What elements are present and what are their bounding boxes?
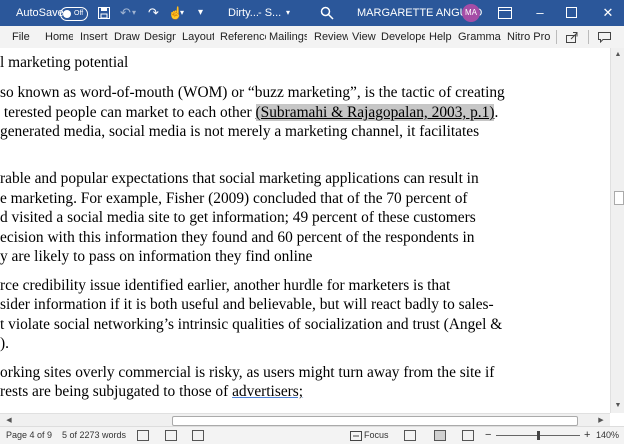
tab-grammarly[interactable]: Grammarly — [458, 26, 501, 48]
doc-line: orking sites overly commercial is risky,… — [0, 364, 495, 381]
doc-line: ecision with this information they found… — [0, 229, 475, 246]
toggle-knob — [63, 10, 71, 18]
comments-icon[interactable] — [598, 32, 611, 43]
doc-line: d visited a social media site to get inf… — [0, 209, 476, 226]
doc-line-text: terested people can market to each other — [0, 104, 256, 121]
page-count[interactable]: Page 4 of 9 — [6, 427, 52, 444]
title-bar: AutoSave Off ↶ ▾ ↷ ☝ ▾ ▾ Dirty... - S...… — [0, 0, 624, 26]
doc-line: y are likely to pass on information they… — [0, 248, 313, 265]
zoom-in-button[interactable]: + — [584, 427, 590, 444]
status-bar: Page 4 of 9 5 of 2273 words Focus − + 14… — [0, 426, 624, 444]
zoom-level[interactable]: 140% — [596, 427, 619, 444]
doc-line: rce credibility issue identified earlier… — [0, 277, 451, 294]
focus-icon — [350, 431, 362, 441]
doc-line: e marketing. For example, Fisher (2009) … — [0, 190, 468, 207]
grammar-flagged-word[interactable]: advertisers; — [232, 383, 303, 400]
redo-icon[interactable]: ↷ — [148, 0, 159, 26]
tab-view[interactable]: View — [352, 26, 376, 48]
tab-layout[interactable]: Layout — [182, 26, 214, 48]
autosave-toggle[interactable]: Off — [60, 7, 88, 21]
tab-home[interactable]: Home — [45, 26, 73, 48]
autosave-label: AutoSave — [16, 7, 64, 19]
doc-line: l marketing potential — [0, 54, 129, 71]
document-page[interactable]: l marketing potential so known as word-o… — [0, 48, 610, 413]
undo-icon[interactable]: ↶ — [120, 0, 131, 26]
vertical-scrollbar[interactable]: ▲ ▼ — [610, 48, 624, 413]
zoom-slider-thumb[interactable] — [537, 431, 540, 440]
share-icon[interactable] — [566, 31, 578, 43]
autosave-state: Off — [74, 10, 84, 17]
accessibility-icon[interactable] — [192, 430, 204, 441]
doc-line: rests are being subjugated to those of a… — [0, 382, 303, 402]
zoom-slider[interactable] — [496, 431, 580, 440]
scroll-up-icon[interactable]: ▲ — [611, 49, 624, 61]
tab-nitro-pro[interactable]: Nitro Pro — [507, 26, 551, 48]
search-icon[interactable] — [320, 6, 334, 20]
customize-qat-icon[interactable]: ▾ — [198, 0, 203, 26]
vertical-scroll-thumb[interactable] — [614, 191, 624, 205]
doc-line: so known as word-of-mouth (WOM) or “buzz… — [0, 84, 505, 101]
focus-mode-label[interactable]: Focus — [364, 427, 389, 444]
undo-dropdown-icon[interactable]: ▾ — [132, 0, 136, 26]
proofing-icon[interactable] — [137, 430, 149, 441]
citation-highlight[interactable]: (Subramahi & Rajagopalan, 2003, p.1) — [255, 104, 495, 121]
document-status: - S... — [258, 7, 282, 19]
minimize-icon[interactable]: – — [526, 0, 554, 26]
ribbon-divider — [588, 30, 589, 44]
read-mode-icon[interactable] — [404, 430, 416, 441]
doc-line: ). — [0, 335, 9, 352]
tab-references[interactable]: Reference — [220, 26, 266, 48]
tab-review[interactable]: Review — [314, 26, 348, 48]
doc-line: terested people can market to each other… — [0, 103, 498, 123]
tab-file[interactable]: File — [12, 26, 36, 48]
macro-recording-icon[interactable] — [165, 430, 177, 441]
doc-line: rable and popular expectations that soci… — [0, 170, 479, 187]
close-icon[interactable]: ✕ — [594, 0, 622, 26]
word-count[interactable]: 5 of 2273 words — [62, 427, 126, 444]
ribbon-tabs: File Home Insert Draw Design Layout Refe… — [0, 26, 624, 49]
doc-line: generated media, social media is not mer… — [0, 123, 480, 140]
save-icon[interactable] — [98, 7, 110, 19]
web-layout-icon[interactable] — [462, 430, 474, 441]
print-layout-icon[interactable] — [434, 430, 446, 441]
maximize-icon[interactable] — [566, 7, 577, 18]
tab-help[interactable]: Help — [429, 26, 453, 48]
touch-dropdown-icon[interactable]: ▾ — [180, 0, 184, 26]
tab-design[interactable]: Design — [144, 26, 176, 48]
doc-line-text: rests are being subjugated to those of — [0, 383, 233, 400]
citation-tail: . — [494, 104, 499, 121]
scroll-down-icon[interactable]: ▼ — [611, 400, 624, 412]
avatar[interactable]: MA — [462, 4, 480, 22]
tab-mailings[interactable]: Mailings — [269, 26, 307, 48]
horizontal-scrollbar[interactable]: ◀ ▶ — [0, 413, 610, 427]
tab-insert[interactable]: Insert — [80, 26, 108, 48]
ribbon-divider — [556, 30, 557, 44]
ribbon-display-icon[interactable] — [498, 7, 512, 19]
doc-line: sider information if it is both useful a… — [0, 296, 494, 313]
doc-line: t violate social networking’s intrinsic … — [0, 316, 503, 333]
title-dropdown-icon[interactable]: ▾ — [286, 0, 290, 26]
zoom-out-button[interactable]: − — [485, 427, 491, 444]
horizontal-scroll-thumb[interactable] — [172, 416, 578, 426]
tab-draw[interactable]: Draw — [114, 26, 140, 48]
tab-developer[interactable]: Developer — [381, 26, 425, 48]
document-title: Dirty... — [228, 7, 259, 19]
